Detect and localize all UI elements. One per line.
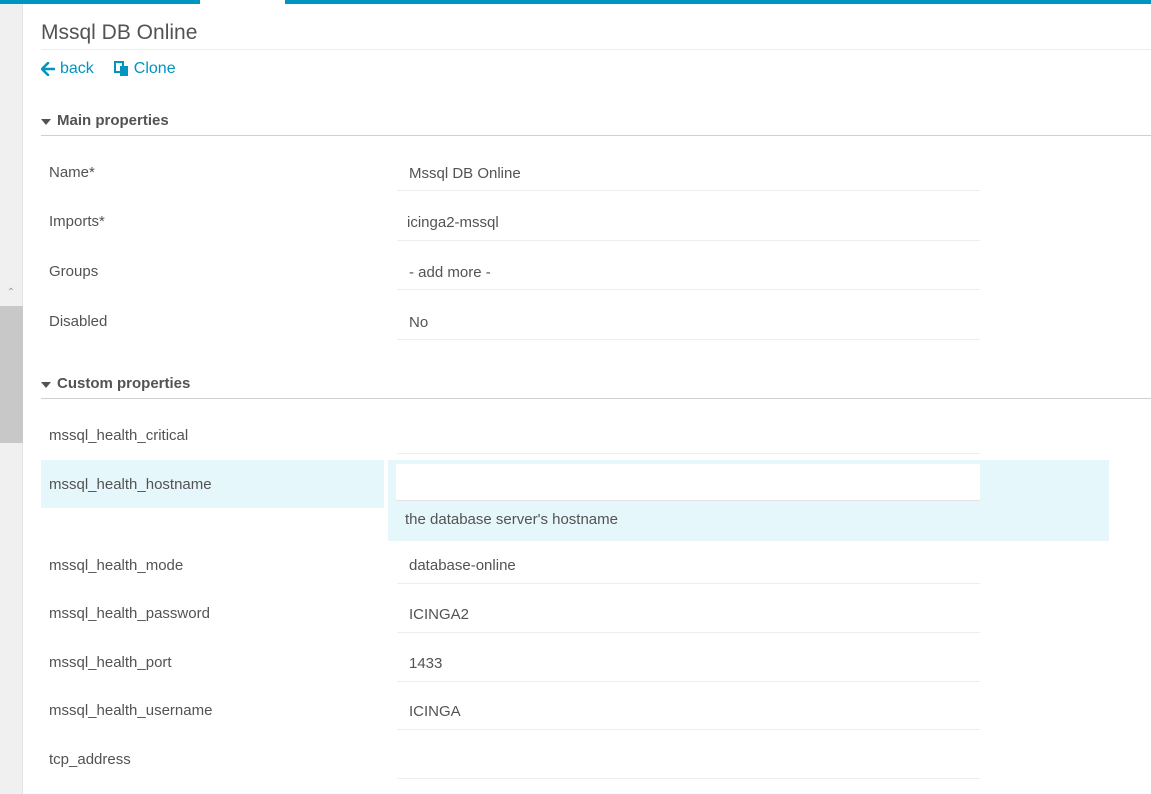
critical-field[interactable]	[397, 405, 980, 454]
property-label: Groups	[49, 263, 99, 280]
disabled-select[interactable]: No	[397, 291, 980, 340]
hostname-label-highlight: mssql_health_hostname	[41, 460, 384, 508]
password-field[interactable]: ICINGA2	[397, 584, 980, 633]
main-properties-header[interactable]: Main properties	[41, 112, 1151, 136]
left-scroll-gutter: ⌃	[0, 4, 23, 794]
custom-properties-header[interactable]: Custom properties	[41, 375, 1151, 399]
title-divider	[41, 49, 1151, 50]
imports-field[interactable]: icinga2-mssql	[397, 192, 980, 241]
field-value: Mssql DB Online	[409, 165, 521, 182]
property-label: mssql_health_port	[49, 654, 172, 671]
property-label: Disabled	[49, 313, 108, 330]
back-link[interactable]: back	[41, 60, 94, 78]
field-value: ICINGA	[409, 703, 461, 720]
field-value: icinga2-mssql	[407, 214, 499, 231]
groups-field[interactable]: - add more -	[397, 241, 980, 290]
field-value: - add more -	[409, 264, 491, 281]
hostname-input[interactable]	[396, 464, 980, 501]
clone-label: Clone	[133, 60, 176, 77]
tcp-address-field[interactable]	[397, 730, 980, 779]
username-field[interactable]: ICINGA	[397, 681, 980, 730]
port-field[interactable]: 1433	[397, 633, 980, 682]
scrollbar-thumb[interactable]	[0, 306, 23, 443]
caret-down-icon	[41, 119, 51, 125]
caret-down-icon	[41, 382, 51, 388]
section-label: Main properties	[57, 112, 169, 129]
property-label: mssql_health_hostname	[49, 476, 212, 493]
field-value: 1433	[409, 655, 443, 672]
property-label: mssql_health_critical	[49, 427, 189, 444]
name-field[interactable]: Mssql DB Online	[397, 142, 980, 191]
property-label: Name*	[49, 164, 95, 181]
main-content: Mssql DB Online back Clone Main properti…	[24, 4, 1151, 794]
field-value: No	[409, 314, 429, 331]
copy-icon	[113, 61, 128, 76]
action-bar: back Clone	[41, 60, 176, 78]
property-label: mssql_health_username	[49, 702, 213, 719]
page-title: Mssql DB Online	[41, 21, 198, 44]
scroll-up-arrow-icon[interactable]: ⌃	[4, 286, 18, 300]
back-label: back	[60, 60, 94, 77]
section-label: Custom properties	[57, 375, 191, 392]
hostname-field-panel: the database server's hostname	[388, 460, 1109, 541]
property-label: mssql_health_password	[49, 605, 210, 622]
field-description: the database server's hostname	[405, 511, 618, 528]
field-value: ICINGA2	[409, 606, 470, 623]
mode-field[interactable]: database-online	[397, 535, 980, 584]
field-value: database-online	[409, 557, 516, 574]
property-label: tcp_address	[49, 751, 131, 768]
clone-link[interactable]: Clone	[113, 60, 176, 78]
property-label: mssql_health_mode	[49, 557, 184, 574]
property-label: Imports*	[49, 213, 105, 230]
arrow-left-icon	[41, 62, 55, 76]
